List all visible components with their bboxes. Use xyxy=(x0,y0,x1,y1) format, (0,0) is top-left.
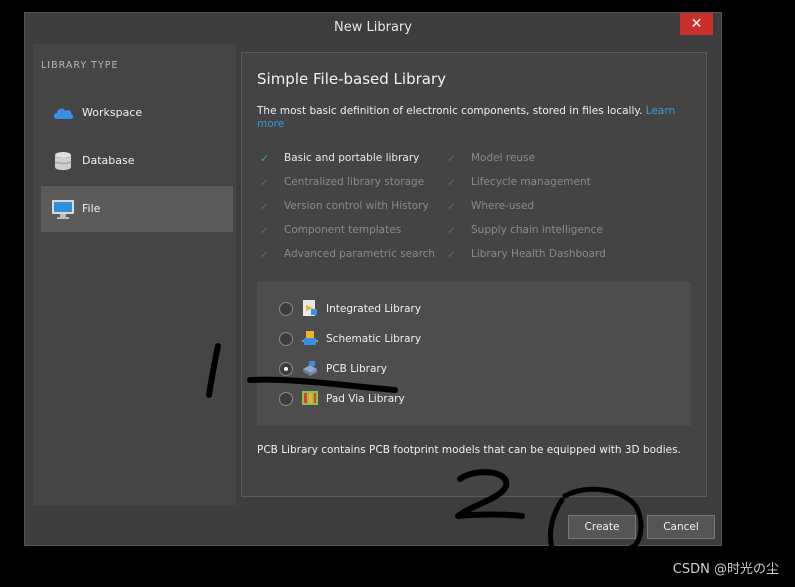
library-detail-panel: Simple File-based Library The most basic… xyxy=(241,52,707,497)
integrated-library-icon xyxy=(303,300,317,316)
option-label: Pad Via Library xyxy=(326,393,405,405)
sidebar-item-file[interactable]: File xyxy=(41,186,233,232)
schematic-library-icon xyxy=(302,331,318,345)
monitor-icon xyxy=(52,200,74,219)
close-button[interactable]: ✕ xyxy=(680,13,713,35)
checkmark-icon: ✓ xyxy=(260,248,270,261)
radio-button[interactable] xyxy=(279,302,293,316)
option-label: Integrated Library xyxy=(326,303,422,315)
cloud-icon xyxy=(54,108,74,119)
panel-description: The most basic definition of electronic … xyxy=(257,105,687,131)
sidebar-item-database[interactable]: Database xyxy=(41,138,233,184)
checkmark-icon: ✓ xyxy=(260,176,270,189)
checkmark-icon: ✓ xyxy=(447,248,457,261)
sidebar-item-label: Database xyxy=(82,154,135,167)
option-integrated-library[interactable]: Integrated Library xyxy=(279,299,579,321)
feature-label: Advanced parametric search xyxy=(284,248,436,260)
feature-label: Library Health Dashboard xyxy=(471,248,606,260)
option-footnote: PCB Library contains PCB footprint model… xyxy=(257,444,681,456)
database-icon xyxy=(54,152,72,170)
feature-label: Component templates xyxy=(284,224,402,236)
radio-button[interactable] xyxy=(279,332,293,346)
radio-button[interactable] xyxy=(279,362,293,376)
option-label: PCB Library xyxy=(326,363,387,375)
pcb-library-icon xyxy=(303,361,317,376)
dialog-title: New Library xyxy=(334,20,412,35)
create-button[interactable]: Create xyxy=(568,515,636,539)
cancel-button[interactable]: Cancel xyxy=(647,515,715,539)
checkmark-icon: ✓ xyxy=(260,200,270,213)
checkmark-icon: ✓ xyxy=(447,176,457,189)
sidebar-heading: LIBRARY TYPE xyxy=(41,60,119,71)
feature-label: Version control with History xyxy=(284,200,429,212)
sidebar-item-label: Workspace xyxy=(82,106,143,119)
checkmark-icon: ✓ xyxy=(447,200,457,213)
feature-label: Centralized library storage xyxy=(284,176,425,188)
option-label: Schematic Library xyxy=(326,333,422,345)
description-text: The most basic definition of electronic … xyxy=(257,105,643,117)
feature-label: Model reuse xyxy=(471,152,535,164)
checkmark-icon: ✓ xyxy=(260,152,270,165)
library-options-group: Integrated Library Schematic Library PCB… xyxy=(257,282,691,426)
feature-label: Where-used xyxy=(471,200,535,212)
feature-label: Basic and portable library xyxy=(284,152,420,164)
feature-label: Lifecycle management xyxy=(471,176,591,188)
feature-label: Supply chain intelligence xyxy=(471,224,603,236)
title-bar: New Library ✕ xyxy=(25,13,721,43)
sidebar-item-label: File xyxy=(82,202,101,215)
pad-via-library-icon xyxy=(302,391,318,405)
checkmark-icon: ✓ xyxy=(260,224,270,237)
radio-button[interactable] xyxy=(279,392,293,406)
new-library-dialog: New Library ✕ LIBRARY TYPE Workspace Dat… xyxy=(24,12,722,546)
watermark: CSDN @时光の尘 xyxy=(672,562,779,577)
library-type-sidebar: LIBRARY TYPE Workspace Database File xyxy=(33,44,236,505)
panel-title: Simple File-based Library xyxy=(257,70,446,88)
checkmark-icon: ✓ xyxy=(447,224,457,237)
checkmark-icon: ✓ xyxy=(447,152,457,165)
option-pcb-library[interactable]: PCB Library xyxy=(279,359,579,381)
option-schematic-library[interactable]: Schematic Library xyxy=(279,329,579,351)
option-pad-via-library[interactable]: Pad Via Library xyxy=(279,389,579,411)
sidebar-item-workspace[interactable]: Workspace xyxy=(41,90,233,136)
